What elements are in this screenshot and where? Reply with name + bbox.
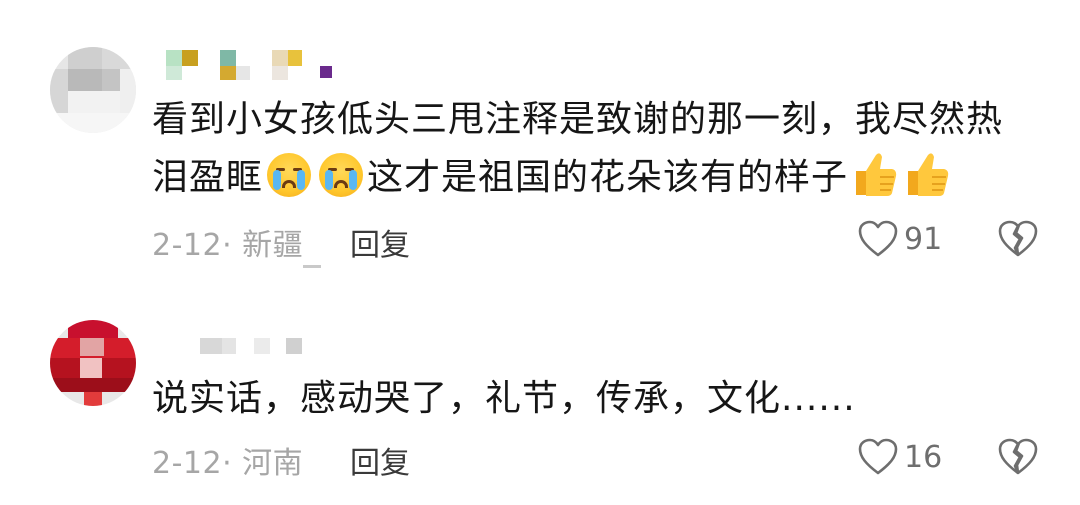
comment-location: 河南 bbox=[242, 446, 304, 481]
comment-text: 看到小女孩低头三甩注释是致谢的那一刻，我尽然热 泪盈眶 这才是祖国的花朵该有的样子 bbox=[152, 91, 1003, 207]
username-pixelated[interactable] bbox=[166, 50, 346, 80]
heart-icon bbox=[858, 220, 898, 257]
avatar[interactable] bbox=[50, 320, 136, 406]
loudly-crying-face-icon bbox=[319, 153, 364, 197]
thumbs-up-icon bbox=[856, 153, 897, 196]
comment-text: 说实话，感动哭了，礼节，传承，文化...... bbox=[152, 370, 856, 428]
like-button[interactable]: 91 bbox=[858, 219, 942, 259]
like-button[interactable]: 16 bbox=[858, 437, 942, 477]
comment-item: 看到小女孩低头三甩注释是致谢的那一刻，我尽然热 泪盈眶 这才是祖国的花朵该有的样子… bbox=[0, 0, 1080, 290]
username-pixelated[interactable] bbox=[166, 338, 302, 368]
comment-date: 2-12 bbox=[152, 228, 223, 263]
broken-heart-icon[interactable] bbox=[998, 437, 1038, 477]
like-count: 16 bbox=[904, 439, 943, 475]
reply-button[interactable]: 回复 bbox=[350, 220, 410, 264]
comment-item: 说实话，感动哭了，礼节，传承，文化...... 2-12· 河南 回复 16 bbox=[0, 290, 1080, 505]
heart-icon bbox=[858, 438, 898, 475]
like-count: 91 bbox=[904, 221, 943, 257]
reply-button[interactable]: 回复 bbox=[350, 438, 410, 482]
broken-heart-icon[interactable] bbox=[998, 219, 1038, 259]
comment-meta: 2-12· 新疆 回复 bbox=[152, 220, 410, 264]
comment-date: 2-12 bbox=[152, 446, 223, 481]
divider bbox=[303, 265, 321, 268]
comment-location: 新疆 bbox=[242, 228, 304, 263]
avatar[interactable] bbox=[50, 47, 136, 133]
comment-text-line: 这才是祖国的花朵该有的样子 bbox=[367, 157, 849, 198]
loudly-crying-face-icon bbox=[267, 153, 312, 197]
comment-text-line: 说实话，感动哭了，礼节，传承，文化...... bbox=[152, 378, 856, 419]
comment-meta: 2-12· 河南 回复 bbox=[152, 438, 410, 482]
comment-text-line: 看到小女孩低头三甩注释是致谢的那一刻，我尽然热 bbox=[152, 99, 1004, 140]
thumbs-up-icon bbox=[908, 153, 949, 196]
comment-text-line: 泪盈眶 bbox=[152, 157, 264, 198]
